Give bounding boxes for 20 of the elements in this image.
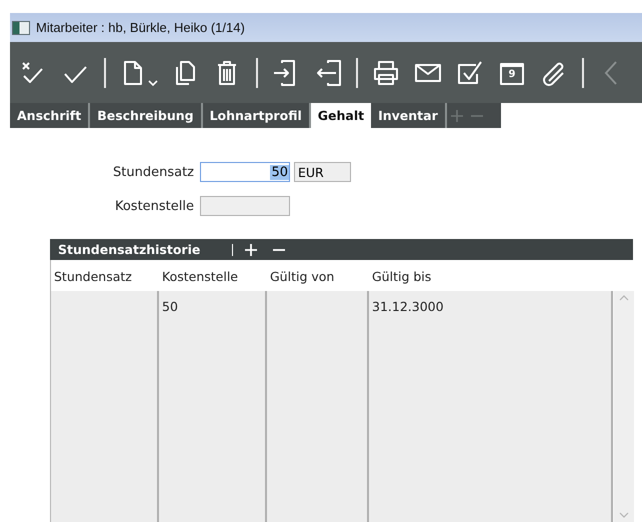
export-icon[interactable] xyxy=(314,58,342,86)
app-icon xyxy=(12,20,30,34)
tab[interactable]: Gehalt xyxy=(310,103,372,128)
tab[interactable]: Beschreibung xyxy=(90,103,203,128)
field-label: Kostenstelle xyxy=(114,198,194,214)
window-title: Mitarbeiter : hb, Bürkle, Heiko (1/14) xyxy=(36,20,245,35)
section-title: Stundensatzhistorie xyxy=(58,242,200,257)
calendar-day: 9 xyxy=(498,68,526,80)
calendar-button[interactable]: 9 xyxy=(498,58,526,86)
table-cell: 50 xyxy=(159,291,267,522)
table-cell: 31.12.3000 xyxy=(369,291,613,522)
caret-icon xyxy=(148,78,158,86)
input-field[interactable] xyxy=(200,196,290,216)
currency-field: EUR xyxy=(294,162,351,182)
input-field[interactable]: 50 xyxy=(200,162,290,182)
printer-icon[interactable] xyxy=(372,58,400,86)
field-label: Stundensatz xyxy=(112,164,194,180)
tab[interactable]: Anschrift xyxy=(10,103,90,128)
tab[interactable]: Inventar xyxy=(371,103,447,128)
checkbox-icon[interactable] xyxy=(456,58,484,86)
